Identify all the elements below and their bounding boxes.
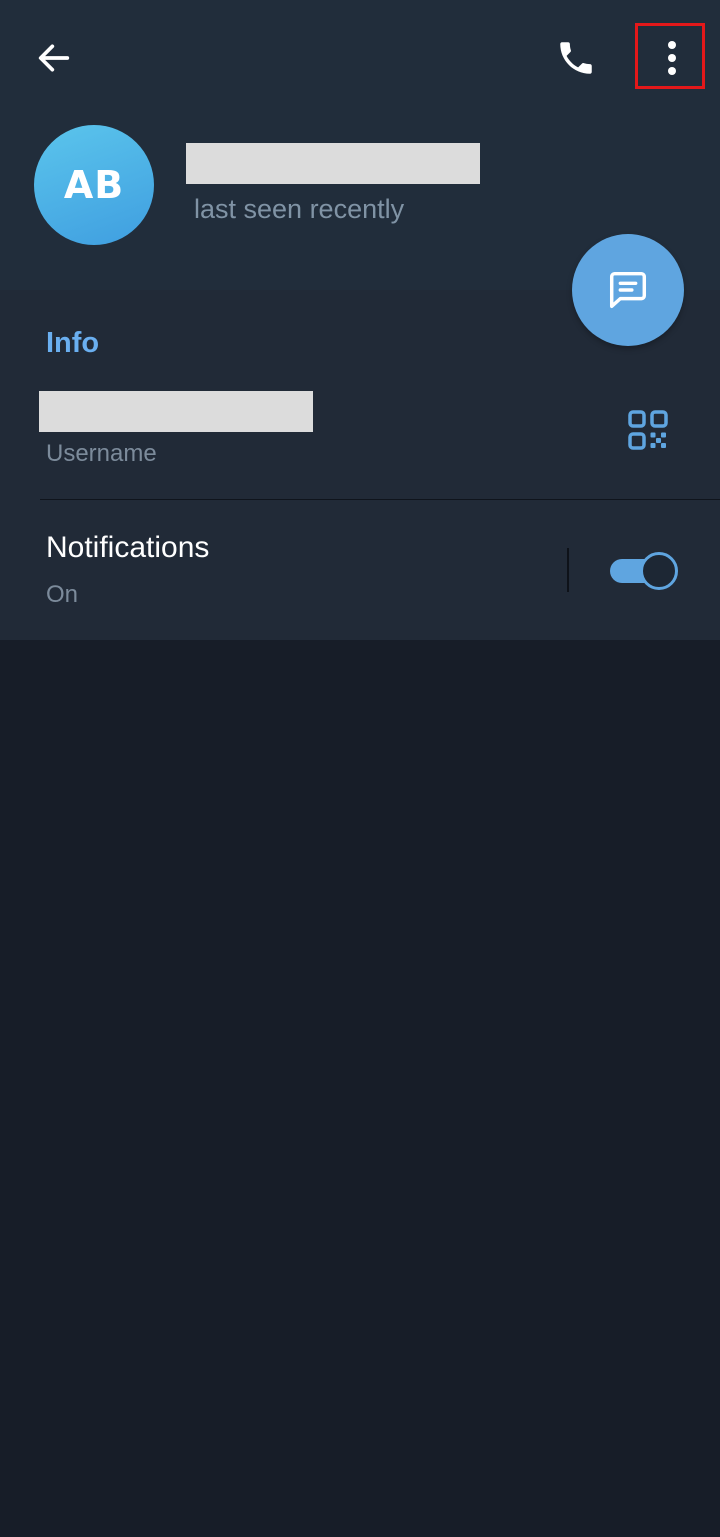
- username-value-redacted[interactable]: [39, 391, 313, 432]
- send-message-button[interactable]: [572, 234, 684, 346]
- qr-code-button[interactable]: [620, 402, 676, 458]
- last-seen-status: last seen recently: [194, 194, 405, 224]
- more-vertical-icon: [668, 41, 676, 75]
- call-button[interactable]: [548, 30, 604, 86]
- qr-code-icon: [628, 410, 668, 450]
- username-label: Username: [46, 440, 157, 467]
- avatar[interactable]: AB: [34, 125, 154, 245]
- back-button[interactable]: [26, 30, 82, 86]
- arrow-left-icon: [38, 44, 70, 72]
- message-icon: [609, 271, 647, 309]
- phone-icon: [560, 42, 592, 74]
- notifications-status: On: [46, 581, 79, 608]
- toggle-knob: [640, 552, 678, 590]
- contact-name-redacted: [186, 143, 480, 184]
- notifications-toggle[interactable]: [608, 551, 680, 591]
- info-section-title: Info: [46, 327, 100, 359]
- vertical-separator: [567, 548, 569, 592]
- divider: [40, 499, 720, 500]
- avatar-initials: AB: [63, 163, 125, 207]
- more-options-button[interactable]: [644, 30, 700, 86]
- notifications-title[interactable]: Notifications: [46, 531, 209, 565]
